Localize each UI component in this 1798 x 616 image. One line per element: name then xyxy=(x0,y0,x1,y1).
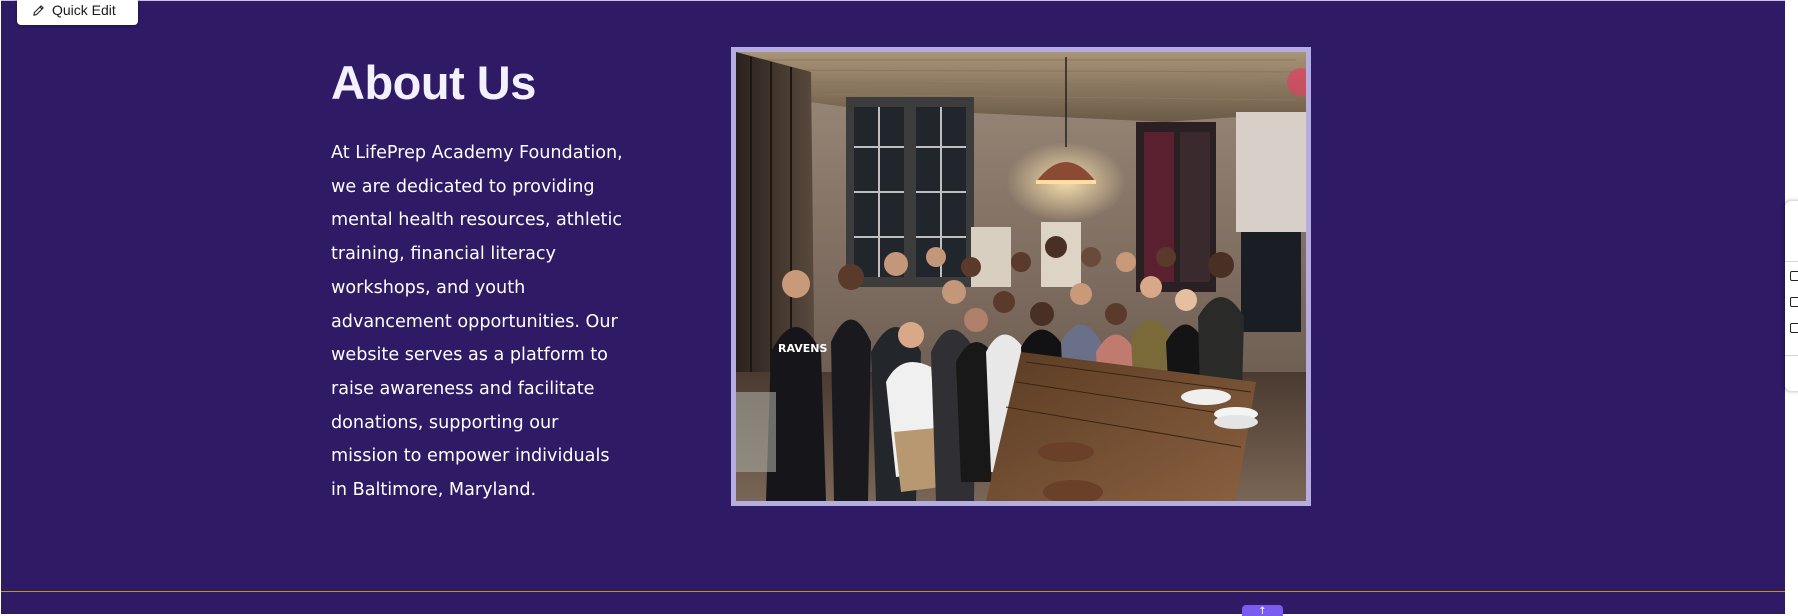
about-title: About Us xyxy=(331,56,536,109)
grid-icon[interactable] xyxy=(1790,323,1798,333)
scroll-top-button[interactable]: ↑ xyxy=(1242,605,1283,616)
about-text: At LifePrep Academy Foundation, we are d… xyxy=(331,143,623,501)
quick-edit-label: Quick Edit xyxy=(52,2,116,18)
section-divider xyxy=(1,591,1785,592)
pencil-icon xyxy=(32,4,45,17)
arrow-up-icon: ↑ xyxy=(1258,606,1267,616)
group-photo-frame: RAVENS xyxy=(731,47,1311,506)
side-tools-panel xyxy=(1785,201,1798,391)
text-icon[interactable] xyxy=(1790,271,1798,281)
page: Quick Edit About Us At LifePrep Academy … xyxy=(0,0,1798,616)
side-panel-separator xyxy=(1785,261,1798,262)
quick-edit-button[interactable]: Quick Edit xyxy=(17,0,138,25)
group-photo: RAVENS xyxy=(736,52,1306,501)
svg-text:RAVENS: RAVENS xyxy=(778,342,827,355)
about-section: Quick Edit About Us At LifePrep Academy … xyxy=(1,0,1785,616)
layers-icon[interactable] xyxy=(1790,297,1798,307)
side-panel-separator xyxy=(1785,355,1798,356)
